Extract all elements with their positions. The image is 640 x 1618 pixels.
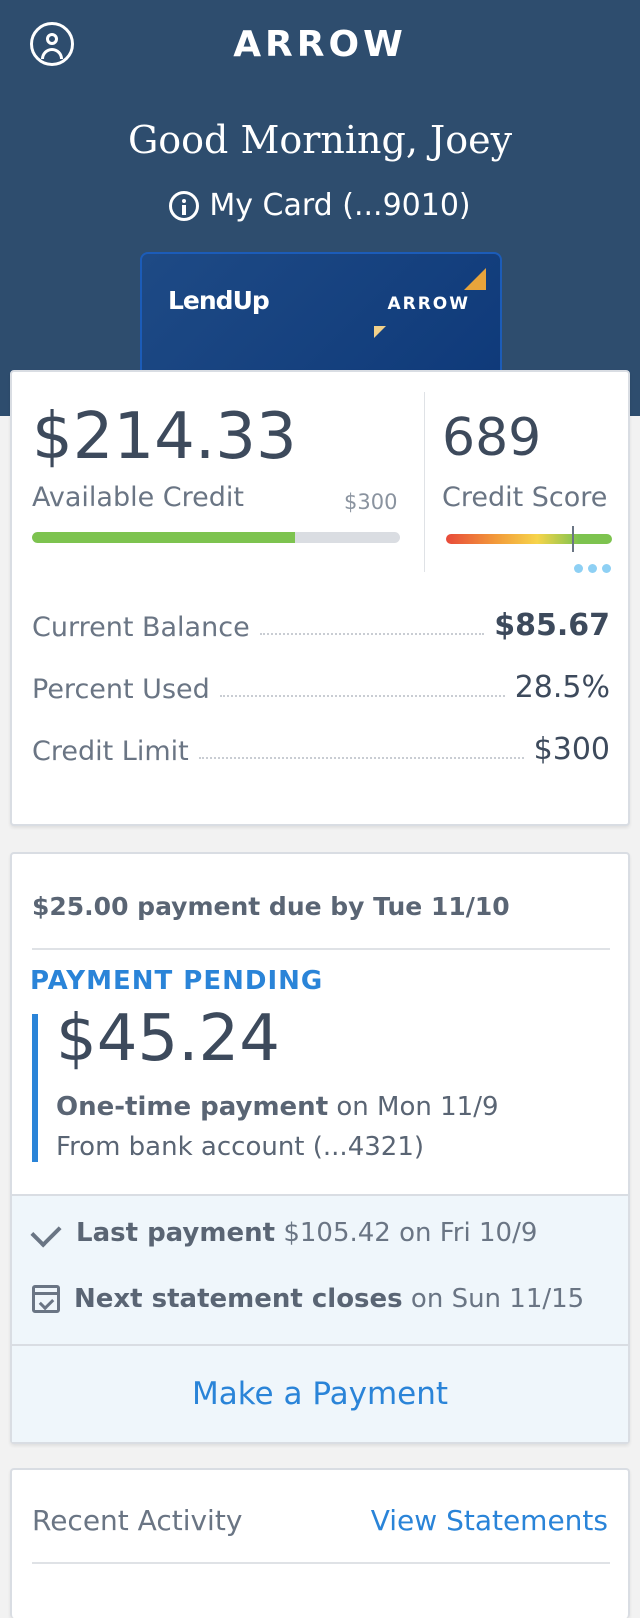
card-corner-decoration [464, 268, 486, 290]
next-statement-row: Next statement closes on Sun 11/15 [32, 1284, 584, 1314]
next-statement-label: Next statement closes [74, 1284, 403, 1314]
divider [32, 948, 610, 950]
pending-source: From bank account (...4321) [56, 1132, 425, 1162]
pending-amount: $45.24 [56, 1002, 280, 1076]
payment-due-text: $25.00 payment due by Tue 11/10 [32, 892, 510, 921]
divider [32, 1562, 610, 1564]
credit-summary-panel: $214.33 Available Credit $300 689 Credit… [10, 370, 630, 826]
detail-label: Current Balance [32, 612, 250, 643]
view-statements-link[interactable]: View Statements [371, 1504, 608, 1537]
last-payment-row: Last payment $105.42 on Fri 10/9 [32, 1218, 537, 1248]
available-credit-label: Available Credit [32, 482, 244, 513]
credit-score-gauge [446, 534, 612, 544]
detail-label: Credit Limit [32, 736, 189, 767]
my-card-link[interactable]: My Card (...9010) [0, 188, 640, 223]
make-payment-button[interactable]: Make a Payment [12, 1344, 628, 1442]
payment-pending-label: PAYMENT PENDING [30, 966, 324, 996]
pending-accent-bar [32, 1014, 38, 1162]
credit-limit-row: Credit Limit $300 [32, 732, 610, 767]
available-credit-bar-fill [32, 532, 295, 543]
detail-value: $85.67 [494, 608, 610, 643]
my-card-label: My Card (...9010) [209, 188, 471, 223]
pending-type: One-time payment on Mon 11/9 [56, 1092, 499, 1122]
calendar-check-icon [32, 1285, 60, 1313]
percent-used-row: Percent Used 28.5% [32, 670, 610, 705]
current-balance-row: Current Balance $85.67 [32, 608, 610, 643]
recent-activity-title: Recent Activity [32, 1504, 243, 1537]
credit-score-label: Credit Score [442, 482, 608, 513]
detail-value: 28.5% [514, 670, 610, 705]
last-payment-label: Last payment [76, 1218, 276, 1248]
credit-limit-small: $300 [344, 490, 398, 514]
issuer-logo: LendUp [168, 286, 270, 315]
recent-activity-panel: Recent Activity View Statements [10, 1468, 630, 1618]
checkmark-icon [32, 1218, 62, 1248]
more-dots-icon[interactable] [574, 564, 611, 573]
card-arrow-decoration [374, 326, 386, 338]
next-statement-detail: on Sun 11/15 [410, 1284, 585, 1314]
credit-score-value: 689 [442, 408, 542, 468]
info-icon [169, 190, 200, 221]
detail-label: Percent Used [32, 674, 210, 705]
payment-info-section: Last payment $105.42 on Fri 10/9 Next st… [12, 1194, 628, 1344]
pending-date: on Mon 11/9 [336, 1092, 499, 1122]
last-payment-detail: $105.42 on Fri 10/9 [283, 1218, 538, 1248]
divider [424, 392, 425, 572]
available-credit-amount: $214.33 [32, 400, 297, 474]
payment-panel: $25.00 payment due by Tue 11/10 PAYMENT … [10, 852, 630, 1444]
app-header: ARROW Good Morning, Joey My Card (...901… [0, 0, 640, 416]
available-credit-bar [32, 532, 400, 543]
brand-title: ARROW [233, 24, 407, 65]
greeting: Good Morning, Joey [127, 118, 513, 162]
credit-score-marker [572, 526, 575, 552]
detail-value: $300 [533, 732, 610, 767]
card-image[interactable]: LendUp ARROW [140, 252, 502, 376]
pending-type-label: One-time payment [56, 1092, 329, 1122]
card-brand: ARROW [387, 294, 470, 314]
